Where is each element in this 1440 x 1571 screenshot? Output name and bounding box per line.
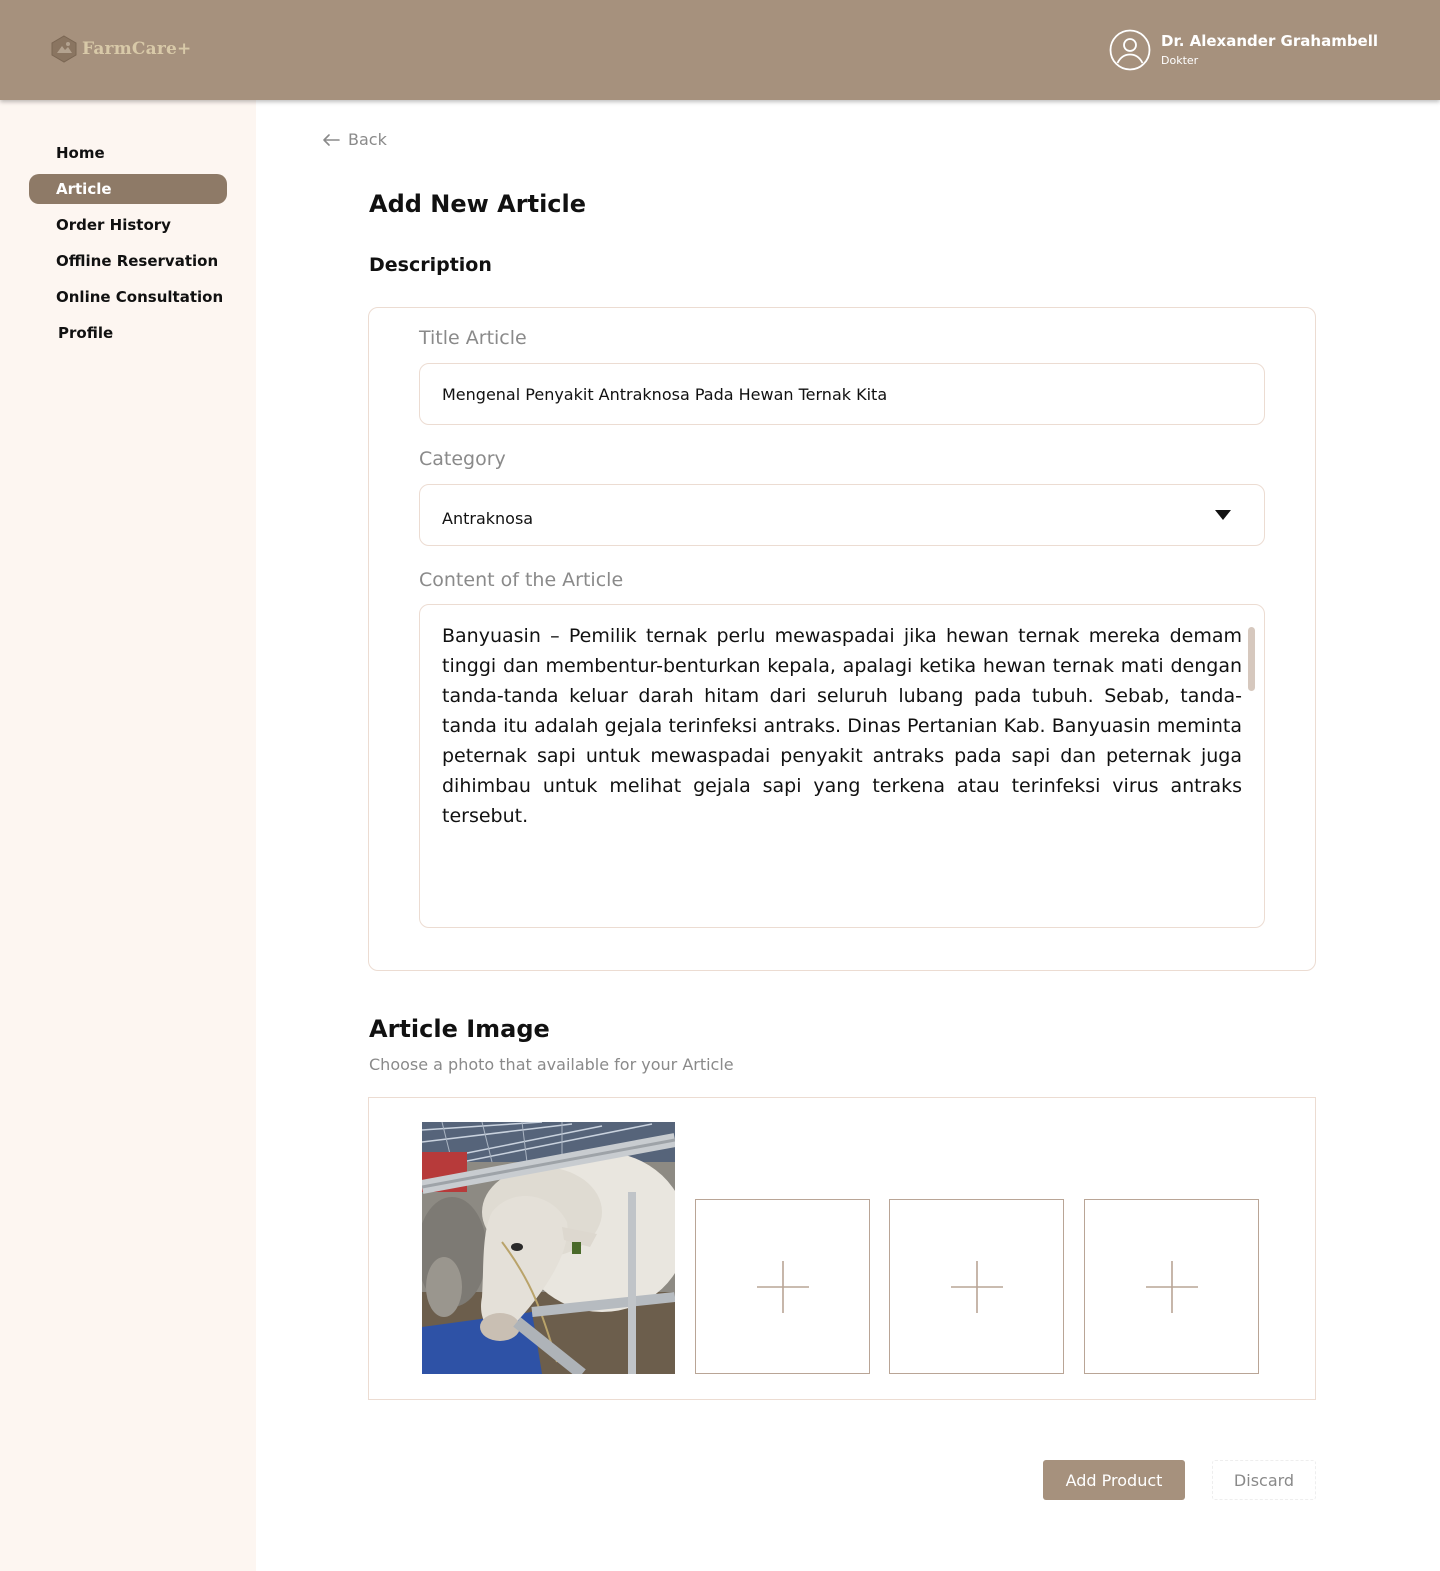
category-select-value: Antraknosa <box>442 508 534 528</box>
sidebar-item-offline-reservation[interactable]: Offline Reservation <box>29 246 227 276</box>
back-link[interactable]: Back <box>322 130 387 149</box>
cattle-photo-image <box>422 1122 675 1374</box>
sidebar-item-home[interactable]: Home <box>29 138 227 168</box>
category-field-label: Category <box>419 448 506 470</box>
add-image-slot[interactable] <box>695 1199 870 1374</box>
textarea-scrollbar[interactable] <box>1248 627 1255 691</box>
user-profile[interactable]: Dr. Alexander Grahambell Dokter <box>1109 29 1378 71</box>
user-info: Dr. Alexander Grahambell Dokter <box>1161 29 1378 67</box>
add-image-slot[interactable] <box>889 1199 1064 1374</box>
plus-icon <box>756 1260 809 1313</box>
article-photo[interactable] <box>422 1122 675 1374</box>
content-textarea[interactable]: Banyuasin – Pemilik ternak perlu mewaspa… <box>419 604 1265 928</box>
sidebar-item-order-history[interactable]: Order History <box>29 210 227 240</box>
sidebar-item-online-consultation[interactable]: Online Consultation <box>29 282 227 312</box>
add-image-slot[interactable] <box>1084 1199 1259 1374</box>
top-header: FarmCare+ Dr. Alexander Grahambell Dokte… <box>0 0 1440 100</box>
article-image-title: Article Image <box>369 1015 550 1043</box>
title-input-value: Mengenal Penyakit Antraknosa Pada Hewan … <box>442 384 888 404</box>
title-input[interactable]: Mengenal Penyakit Antraknosa Pada Hewan … <box>419 363 1265 425</box>
caret-down-icon[interactable] <box>1214 509 1232 521</box>
logo-mark-icon <box>51 35 77 63</box>
page-title: Add New Article <box>369 190 587 218</box>
sidebar-item-article[interactable]: Article <box>29 174 227 204</box>
description-section-title: Description <box>369 254 492 276</box>
article-image-subtitle: Choose a photo that available for your A… <box>369 1055 734 1074</box>
user-name: Dr. Alexander Grahambell <box>1161 32 1379 50</box>
plus-icon <box>1145 1260 1198 1313</box>
title-field-label: Title Article <box>419 327 527 349</box>
category-select[interactable]: Antraknosa <box>419 484 1265 546</box>
content-field-label: Content of the Article <box>419 569 624 591</box>
user-circle-icon <box>1109 29 1151 71</box>
sidebar-item-profile[interactable]: Profile <box>29 318 227 348</box>
content-textarea-value: Banyuasin – Pemilik ternak perlu mewaspa… <box>442 625 1242 827</box>
discard-button[interactable]: Discard <box>1212 1460 1316 1500</box>
back-label: Back <box>348 130 387 149</box>
add-product-button[interactable]: Add Product <box>1043 1460 1185 1500</box>
plus-icon <box>950 1260 1003 1313</box>
user-role: Dokter <box>1161 54 1199 67</box>
logo-text: FarmCare+ <box>82 39 192 59</box>
arrow-left-icon <box>323 133 340 146</box>
logo[interactable]: FarmCare+ <box>50 35 191 63</box>
sidebar: Home Article Order History Offline Reser… <box>0 100 256 1571</box>
